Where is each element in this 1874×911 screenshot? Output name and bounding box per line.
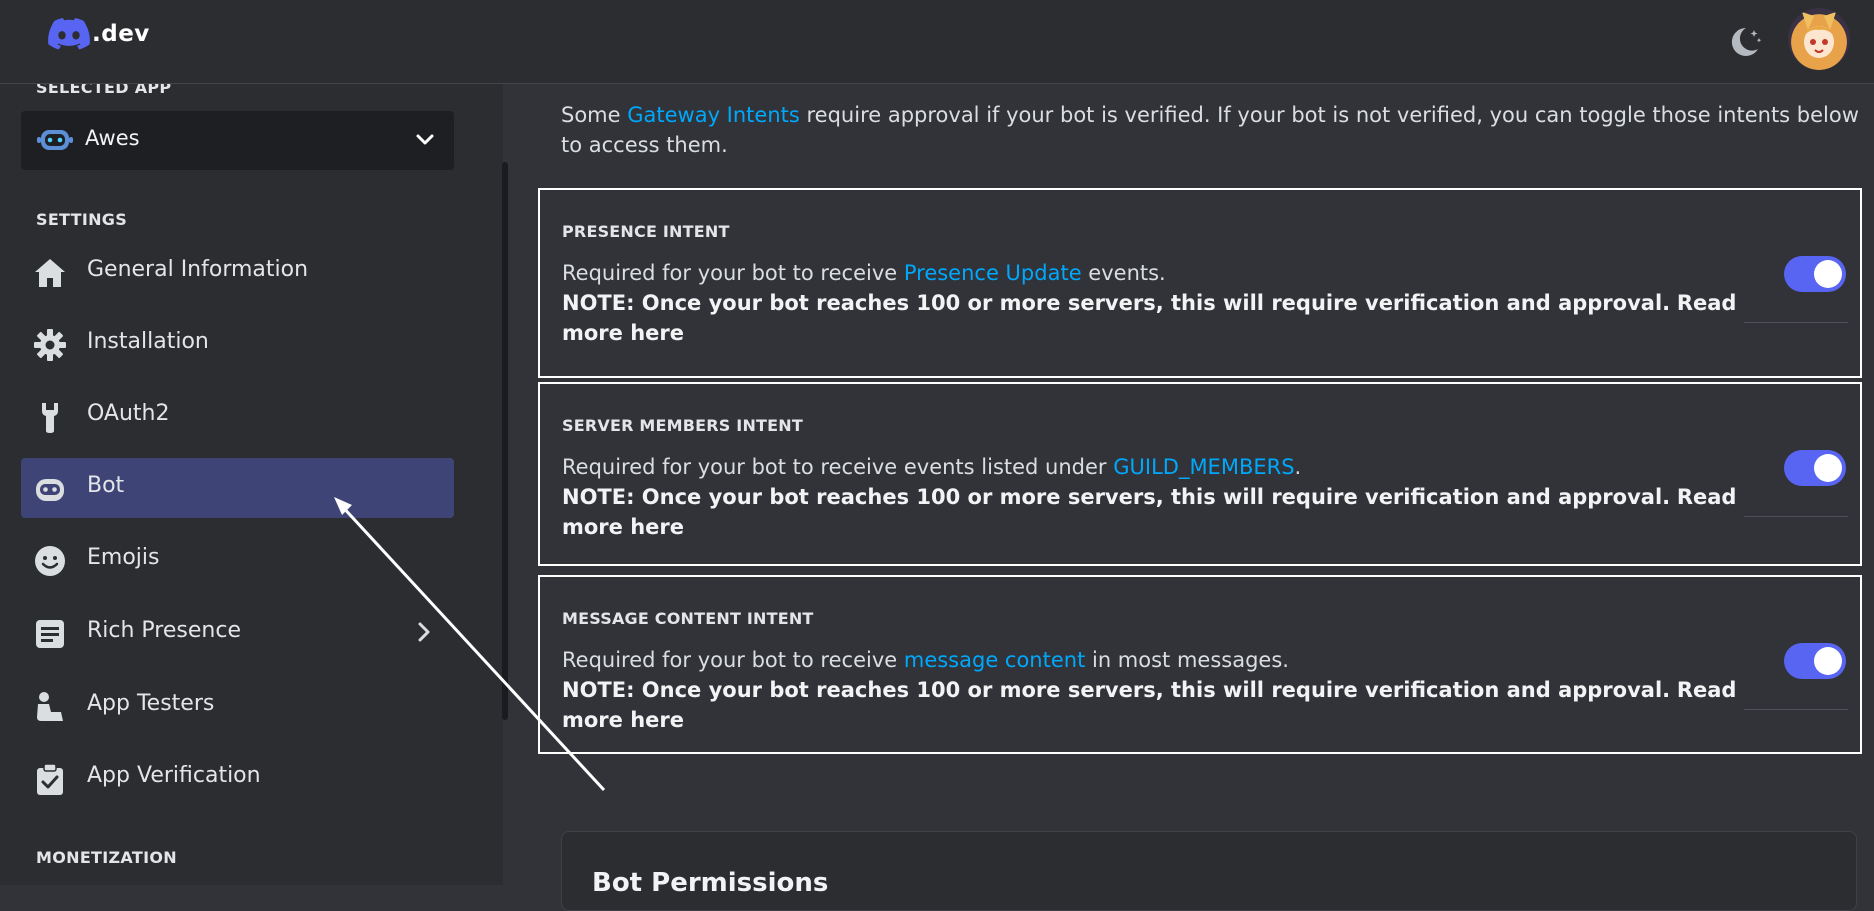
message-content-link[interactable]: message content: [904, 648, 1085, 672]
presence-intent-card: PRESENCE INTENT Required for your bot to…: [538, 188, 1862, 378]
intent-title: MESSAGE CONTENT INTENT: [562, 609, 814, 628]
sidebar-item-app-testers[interactable]: App Testers: [21, 676, 454, 736]
chevron-right-icon: [412, 620, 436, 648]
sidebar-item-label: Installation: [87, 329, 209, 354]
divider: [1744, 322, 1848, 323]
home-icon: [33, 256, 67, 290]
presence-update-link[interactable]: Presence Update: [904, 261, 1082, 285]
selected-app-name: Awes: [85, 126, 140, 150]
sidebar-item-label: General Information: [87, 257, 309, 282]
divider: [1744, 516, 1848, 517]
intent-desc-text: Required for your bot to receive: [562, 261, 904, 285]
app-selector-dropdown[interactable]: Awes: [21, 111, 454, 170]
app-bot-icon: [37, 125, 73, 159]
bot-icon: [33, 472, 67, 506]
toggle-knob: [1814, 260, 1842, 288]
server-members-intent-card: SERVER MEMBERS INTENT Required for your …: [538, 382, 1862, 566]
clipboard-check-icon: [33, 762, 67, 796]
divider: [1744, 709, 1848, 710]
sidebar-item-label: App Testers: [87, 691, 215, 716]
intent-description: Required for your bot to receive Presenc…: [562, 258, 1762, 348]
toggle-knob: [1814, 454, 1842, 482]
monetization-section-label: MONETIZATION: [36, 848, 177, 867]
tester-icon: [33, 690, 67, 724]
document-icon: [33, 617, 67, 651]
settings-section-label: SETTINGS: [36, 210, 128, 229]
intent-note: NOTE: Once your bot reaches 100 or more …: [562, 678, 1671, 702]
sidebar-item-bot[interactable]: Bot: [21, 458, 454, 518]
sidebar-item-label: App Verification: [87, 763, 261, 788]
sidebar-item-general-information[interactable]: General Information: [21, 242, 454, 302]
intent-note: NOTE: Once your bot reaches 100 or more …: [562, 485, 1671, 509]
guild-members-link[interactable]: GUILD_MEMBERS: [1113, 455, 1294, 479]
wrench-icon: [33, 400, 67, 434]
intent-description: Required for your bot to receive events …: [562, 452, 1762, 542]
gateway-intents-intro: Some Gateway Intents require approval if…: [561, 100, 1861, 160]
sidebar: SELECTED APP Awes SETTINGS General Infor…: [0, 84, 503, 885]
bot-permissions-title: Bot Permissions: [592, 868, 829, 898]
gear-icon: [33, 328, 67, 362]
sidebar-item-emojis[interactable]: Emojis: [21, 530, 454, 590]
logo-text: .dev: [92, 21, 150, 47]
intent-desc-text: Required for your bot to receive events …: [562, 455, 1114, 479]
intent-desc-text: events.: [1081, 261, 1166, 285]
sidebar-item-installation[interactable]: Installation: [21, 314, 454, 374]
moon-stars-icon[interactable]: [1724, 22, 1764, 62]
discord-logo-icon: [48, 18, 90, 50]
intent-title: PRESENCE INTENT: [562, 222, 730, 241]
toggle-knob: [1814, 647, 1842, 675]
sidebar-item-label: Rich Presence: [87, 618, 241, 643]
intro-text: Some: [561, 103, 628, 127]
discord-dev-logo[interactable]: .dev: [48, 18, 150, 50]
selected-app-label: SELECTED APP: [36, 84, 172, 97]
bot-permissions-card: Bot Permissions: [561, 831, 1857, 911]
top-bar: .dev: [0, 0, 1874, 84]
server-members-intent-toggle[interactable]: [1784, 450, 1846, 486]
intent-desc-text: .: [1294, 455, 1302, 479]
sidebar-item-label: Bot: [87, 473, 125, 498]
intent-note: NOTE: Once your bot reaches 100 or more …: [562, 291, 1671, 315]
sidebar-item-rich-presence[interactable]: Rich Presence: [21, 603, 454, 663]
intent-description: Required for your bot to receive message…: [562, 645, 1762, 735]
presence-intent-toggle[interactable]: [1784, 256, 1846, 292]
message-content-intent-toggle[interactable]: [1784, 643, 1846, 679]
user-avatar[interactable]: [1788, 8, 1850, 70]
smiley-icon: [33, 544, 67, 578]
message-content-intent-card: MESSAGE CONTENT INTENT Required for your…: [538, 575, 1862, 754]
sidebar-item-oauth2[interactable]: OAuth2: [21, 386, 454, 446]
intent-desc-text: in most messages.: [1085, 648, 1289, 672]
sidebar-item-app-verification[interactable]: App Verification: [21, 748, 454, 808]
intent-desc-text: Required for your bot to receive: [562, 648, 904, 672]
main-content: Some Gateway Intents require approval if…: [508, 84, 1874, 911]
sidebar-item-label: OAuth2: [87, 401, 170, 426]
sidebar-item-label: Emojis: [87, 545, 160, 570]
chevron-down-icon: [414, 129, 436, 155]
intent-title: SERVER MEMBERS INTENT: [562, 416, 803, 435]
gateway-intents-link[interactable]: Gateway Intents: [627, 103, 800, 127]
